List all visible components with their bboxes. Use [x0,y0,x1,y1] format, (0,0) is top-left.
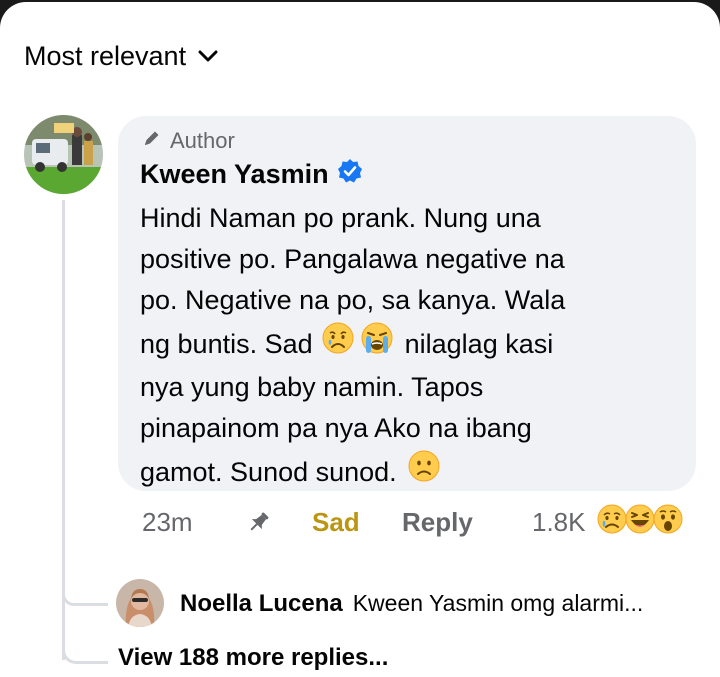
view-more-replies-link[interactable]: View 188 more replies... [118,644,388,672]
comment-text: Hindi Naman po prank. Nung una positive … [140,198,650,495]
comment-line: nya yung baby namin. Tapos [140,372,484,402]
pin-icon[interactable] [246,504,272,540]
reaction-count: 1.8K [532,506,586,537]
comment-line-text: nilaglag kasi [404,328,554,359]
wow-reaction-icon [652,503,684,542]
sort-label: Most relevant [24,40,187,71]
author-badge-label: Author [170,128,235,153]
thread-branch [62,594,108,606]
reply-author-name[interactable]: Noella Lucena [180,590,343,618]
comment-line: positive po. Pangalawa negative na [140,244,565,274]
comment-line-text: ng buntis. Sad [140,328,313,359]
comment-line: ng buntis. Sad nilaglag kasi [140,321,650,367]
frowning-face-emoji-icon [407,449,441,495]
comment-line: pinapainom pa nya Ako na ibang [140,413,532,443]
sort-dropdown[interactable]: Most relevant [24,38,218,74]
comments-sheet: Most relevant Author Kween Yasmin Hindi … [0,2,720,677]
comment-author-name[interactable]: Kween Yasmin [140,159,329,190]
comment-line: gamot. Sunod sunod. [140,449,650,495]
reply-button[interactable]: Reply [402,504,473,540]
sad-face-emoji-icon [321,321,355,367]
thread-branch [62,650,108,664]
comment-line: po. Negative na po, sa kanya. Wala [140,285,566,315]
author-avatar[interactable] [24,115,103,194]
reaction-icons [596,503,684,542]
sad-reaction-button[interactable]: Sad [312,504,360,540]
comment-time: 23m [142,506,193,537]
comment-line: Hindi Naman po prank. Nung una [140,203,541,233]
comment-bubble: Author Kween Yasmin Hindi Naman po prank… [118,116,696,491]
reaction-summary[interactable]: 1.8K [532,504,684,540]
author-badge: Author [142,128,235,154]
reply-snippet: Kween Yasmin omg alarmi... [352,590,644,616]
comment-actions: 23m Sad Reply 1.8K [142,504,698,540]
chevron-down-icon [198,49,218,63]
comment-line-text: gamot. Sunod sunod. [140,456,397,487]
loudly-crying-face-emoji-icon [359,321,395,367]
thread-line [62,200,65,660]
pencil-icon [142,128,162,154]
reply-author-avatar[interactable] [116,579,164,627]
verified-badge-icon [337,158,363,191]
reply-preview[interactable]: Noella Lucena Kween Yasmin omg alarmi... [180,590,643,618]
